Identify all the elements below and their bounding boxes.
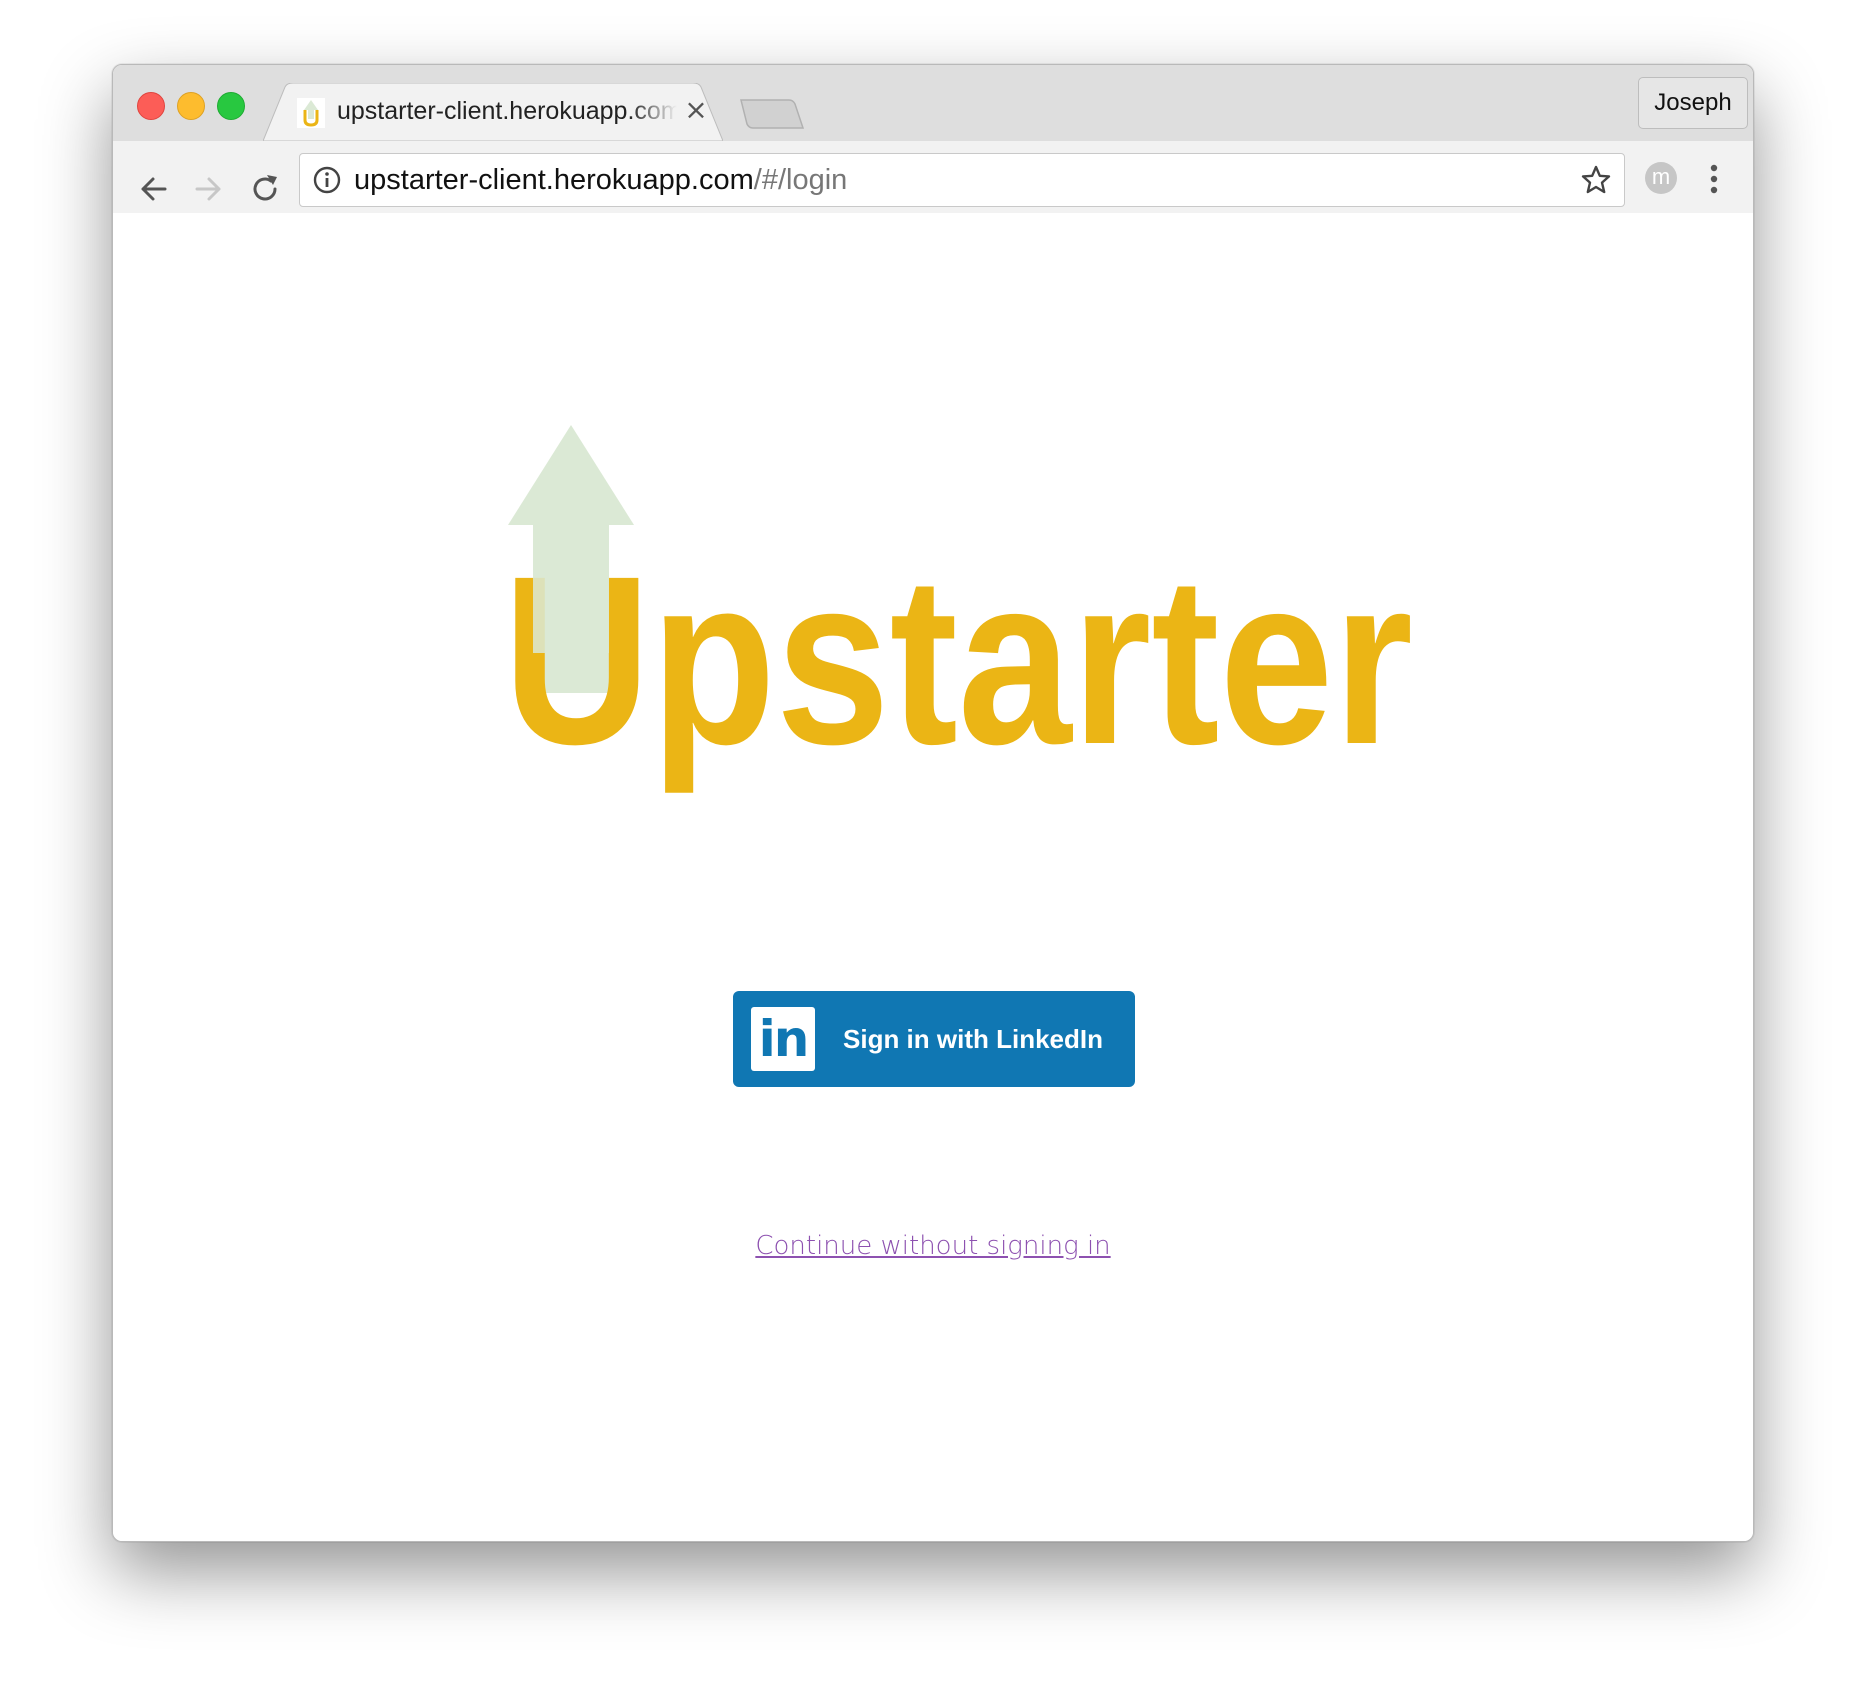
bookmark-star-icon[interactable] [1580, 164, 1612, 196]
address-host: upstarter-client.herokuapp.com [354, 164, 754, 196]
logo-text: Upstarter [503, 526, 1413, 794]
reload-icon[interactable] [247, 171, 283, 207]
close-window-button[interactable] [137, 92, 165, 120]
back-arrow-icon[interactable] [135, 171, 171, 207]
forward-arrow-icon[interactable] [191, 171, 227, 207]
address-bar[interactable]: upstarter-client.herokuapp.com/#/login [299, 153, 1625, 207]
more-vert-icon[interactable] [1699, 161, 1729, 197]
linkedin-logo-icon: in [751, 1007, 815, 1071]
sign-in-linkedin-label: Sign in with LinkedIn [843, 1024, 1103, 1054]
upstarter-logo: Upstarter [503, 425, 1413, 794]
browser-window: upstarter-client.herokuapp.com × Joseph … [112, 64, 1754, 1542]
minimize-window-button[interactable] [177, 92, 205, 120]
maximize-window-button[interactable] [217, 92, 245, 120]
page-content: Upstarter in Sign in with LinkedIn Conti… [113, 213, 1753, 1541]
tab-close-icon[interactable]: × [681, 95, 711, 125]
continue-without-signing-in-link[interactable]: Continue without signing in [113, 1231, 1753, 1261]
new-tab-button[interactable] [737, 97, 807, 131]
tab-active[interactable]: upstarter-client.herokuapp.com × [263, 83, 723, 141]
address-path: /#/login [753, 164, 848, 196]
info-icon[interactable] [312, 165, 342, 195]
tab-favicon-icon [297, 98, 325, 128]
address-url[interactable]: upstarter-client.herokuapp.com/#/login [354, 164, 847, 197]
profile-button[interactable]: Joseph [1638, 77, 1748, 129]
tab-strip: upstarter-client.herokuapp.com × Joseph [113, 65, 1753, 141]
tab-title: upstarter-client.herokuapp.com [337, 97, 677, 125]
extension-icon[interactable]: m [1645, 162, 1677, 194]
sign-in-linkedin-button[interactable]: in Sign in with LinkedIn [733, 991, 1135, 1087]
